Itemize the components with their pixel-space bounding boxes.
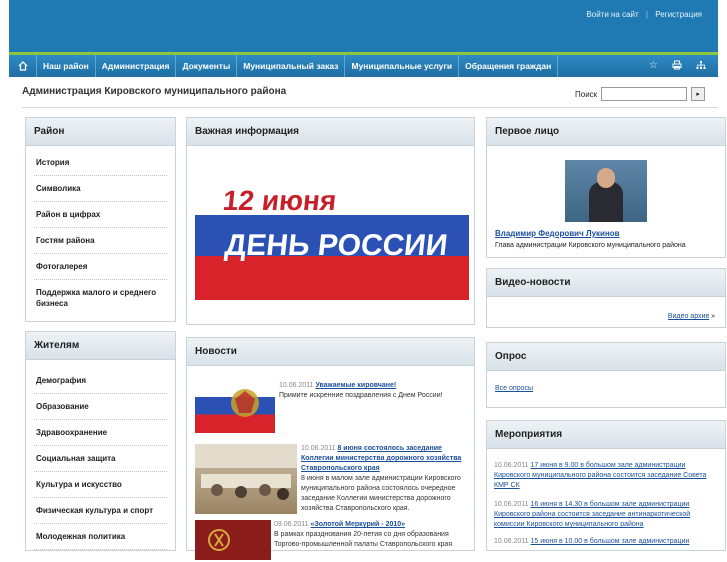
nav-item-citizen-appeals[interactable]: Обращения граждан [459, 55, 559, 77]
search-input[interactable] [601, 87, 688, 101]
menu-item-business-support[interactable]: Поддержка малого и среднего бизнеса [34, 280, 167, 316]
nav-item-our-district[interactable]: Наш район [37, 55, 96, 77]
district-menu: Район История Символика Район в цифрах Г… [25, 117, 176, 322]
event-date: 10.06.2011 [494, 462, 529, 469]
news-date: 10.06.2011 [301, 445, 336, 452]
video-news-title: Видео-новости [487, 269, 725, 297]
menu-item-district-stats[interactable]: Район в цифрах [34, 202, 167, 228]
divider [22, 107, 718, 108]
search-form: Поиск ▸ [575, 87, 706, 101]
news-item: 10.06.2011 Уважаемые кировчане! Примите … [279, 381, 467, 401]
video-news: Видео-новости Видео архив » [486, 268, 726, 328]
menu-item-photo-gallery[interactable]: Фотогалерея [34, 254, 167, 280]
user-links: Войти на сайт | Регистрация [586, 10, 702, 19]
nav-item-municipal-services[interactable]: Муниципальные услуги [345, 55, 460, 77]
head-name-link[interactable]: Владимир Федорович Лукинов [495, 229, 620, 238]
sitemap-icon[interactable] [696, 60, 706, 73]
residents-menu-title: Жителям [26, 332, 175, 360]
menu-item-guests[interactable]: Гостям района [34, 228, 167, 254]
district-menu-title: Район [26, 118, 175, 146]
event-link[interactable]: 15 июня в 10.00 в большом зале администр… [530, 538, 689, 545]
news-text: Примите искренние поздравления с Днем Ро… [279, 392, 443, 399]
event-item: 10.06.2011 17 июня в 9.00 в большом зале… [494, 461, 720, 491]
menu-item-youth-policy[interactable]: Молодежная политика [34, 524, 167, 550]
event-item: 10.06.2011 16 июня в 14.30 в большом зал… [494, 500, 720, 530]
banner-date: 12 июня [221, 185, 338, 216]
login-link[interactable]: Войти на сайт [586, 10, 638, 19]
video-archive-link[interactable]: Видео архив [668, 313, 709, 320]
menu-item-sports[interactable]: Физическая культура и спорт [34, 498, 167, 524]
event-item: 10.06.2011 15 июня в 10.00 в большом зал… [494, 537, 720, 547]
nav-item-municipal-order[interactable]: Муниципальный заказ [237, 55, 346, 77]
important-info-title: Важная информация [187, 118, 474, 146]
news-text: 8 июня в малом зале администрации Кировс… [301, 475, 461, 512]
menu-item-symbols[interactable]: Символика [34, 176, 167, 202]
all-polls-link[interactable]: Все опросы [495, 385, 533, 392]
nav-item-administration[interactable]: Администрация [96, 55, 177, 77]
page-title: Администрация Кировского муниципального … [22, 86, 287, 97]
archive-arrow-icon: » [711, 313, 715, 320]
search-submit-button[interactable]: ▸ [691, 87, 706, 101]
poll-title: Опрос [487, 343, 725, 371]
poll: Опрос Все опросы [486, 342, 726, 408]
menu-item-healthcare[interactable]: Здравоохранение [34, 420, 167, 446]
register-link[interactable]: Регистрация [655, 10, 702, 19]
star-icon[interactable]: ☆ [649, 60, 658, 73]
events: Мероприятия 10.06.2011 17 июня в 9.00 в … [486, 420, 726, 551]
nav-tools: ☆ [649, 60, 718, 73]
menu-item-education[interactable]: Образование [34, 394, 167, 420]
news-item: 10.06.2011 8 июня состоялось заседание К… [301, 444, 469, 514]
head-of-administration: Первое лицо Владимир Федорович Лукинов Г… [486, 117, 726, 258]
main-nav: Наш район Администрация Документы Муници… [9, 55, 718, 77]
news-thumbnail[interactable] [195, 379, 275, 433]
print-icon[interactable] [672, 60, 682, 73]
residents-menu: Жителям Демография Образование Здравоохр… [25, 331, 176, 551]
banner-caption: ДЕНЬ РОССИИ [223, 229, 450, 262]
separator: | [645, 10, 648, 19]
home-icon[interactable] [9, 55, 37, 77]
event-date: 10.06.2011 [494, 538, 529, 545]
news-link[interactable]: Уважаемые кировчане! [315, 382, 396, 389]
portrait-photo[interactable] [565, 160, 647, 222]
news-thumbnail[interactable] [195, 520, 271, 560]
news-block: Новости 10.06.2011 Уважаемые кировчане! … [186, 337, 475, 560]
events-title: Мероприятия [487, 421, 725, 449]
header-bar: Войти на сайт | Регистрация [9, 0, 718, 52]
head-role: Глава администрации Кировского муниципал… [495, 242, 686, 249]
news-title: Новости [187, 338, 474, 366]
search-label: Поиск [575, 89, 598, 99]
head-title: Первое лицо [487, 118, 725, 146]
nav-item-documents[interactable]: Документы [176, 55, 238, 77]
russia-day-banner[interactable]: 12 июня ДЕНЬ РОССИИ [195, 163, 469, 300]
portrait-head [597, 168, 615, 188]
news-link[interactable]: «Золотой Меркурий - 2010» [310, 521, 405, 528]
event-date: 10.06.2011 [494, 501, 529, 508]
important-info: Важная информация 12 июня ДЕНЬ РОССИИ [186, 117, 475, 325]
news-text: В рамках празднования 20-летия со дня об… [274, 531, 453, 548]
portrait-figure [589, 182, 623, 222]
menu-item-history[interactable]: История [34, 150, 167, 176]
news-thumbnail[interactable] [195, 444, 297, 514]
news-item: 09.06.2011 «Золотой Меркурий - 2010» В р… [274, 520, 469, 550]
menu-item-culture[interactable]: Культура и искусство [34, 472, 167, 498]
news-date: 10.06.2011 [279, 382, 314, 389]
menu-item-demography[interactable]: Демография [34, 368, 167, 394]
menu-item-social-protection[interactable]: Социальная защита [34, 446, 167, 472]
news-date: 09.06.2011 [274, 521, 309, 528]
